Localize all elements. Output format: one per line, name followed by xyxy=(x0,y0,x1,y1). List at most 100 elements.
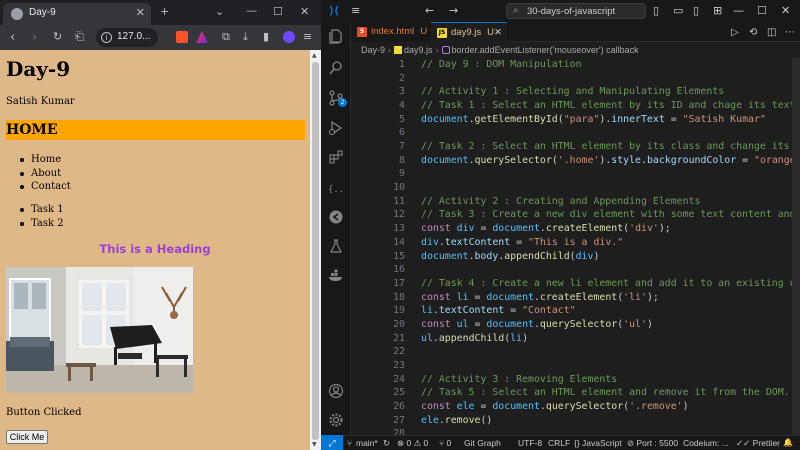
source-control-badge: 2 xyxy=(338,98,347,107)
reload-icon[interactable]: ↻ xyxy=(53,30,62,43)
breadcrumb-folder[interactable]: Day-9 xyxy=(361,45,385,55)
run-icon[interactable]: ▷ xyxy=(731,27,739,38)
forward-icon[interactable]: → xyxy=(449,4,458,17)
json-icon[interactable]: {..} xyxy=(328,180,344,196)
status-ports[interactable]: ⑂ 0 xyxy=(439,438,451,448)
status-eol[interactable]: CRLF xyxy=(548,438,570,448)
web-page: Day-9 Satish Kumar HOME Home About Conta… xyxy=(0,50,310,450)
address-bar[interactable]: i 127.0... xyxy=(96,28,158,47)
tab-search-icon[interactable]: ⌄ xyxy=(215,5,224,18)
tab-index-html[interactable]: 5 index.html U xyxy=(351,22,431,42)
close-tab-icon[interactable]: ✕ xyxy=(136,6,145,19)
code-token: createElement xyxy=(539,291,618,303)
code-token: style xyxy=(611,154,642,166)
close-window-icon[interactable]: ✕ xyxy=(781,4,790,17)
account-icon[interactable] xyxy=(328,383,344,399)
minimize-icon[interactable]: — xyxy=(733,4,744,17)
tab-day9-js[interactable]: JS day9.js U ✕ xyxy=(431,22,507,42)
test-beaker-icon[interactable] xyxy=(328,238,344,254)
code-line: const li = document.createElement('li'); xyxy=(421,291,659,305)
toggle-secondary-sidebar-icon[interactable]: ▯ xyxy=(693,4,699,17)
split-editor-icon[interactable]: ◫ xyxy=(767,27,776,38)
leo-ai-icon[interactable] xyxy=(283,31,295,43)
explorer-icon[interactable] xyxy=(328,28,344,44)
status-codeium[interactable]: Codeium: ... xyxy=(683,438,729,448)
extensions-icon[interactable]: ⧉ xyxy=(222,30,230,44)
code-token: ); xyxy=(658,223,671,235)
toggle-sidebar-icon[interactable]: ▯ xyxy=(653,4,659,17)
info-icon[interactable]: i xyxy=(101,32,112,43)
code-token: querySelector xyxy=(474,154,552,166)
breadcrumb-file[interactable]: day9.js xyxy=(404,45,433,55)
line-number: 8 xyxy=(399,154,405,166)
code-editor[interactable]: 1// Day 9 : DOM Manipulation 2 3// Activit… xyxy=(351,58,800,435)
status-problems[interactable]: ⊗ 0 ⚠ 0 xyxy=(397,438,428,449)
scrollbar-thumb[interactable] xyxy=(312,62,319,440)
code-line: // Task 1 : Select an HTML element by it… xyxy=(421,99,800,113)
menu-icon[interactable]: ≡ xyxy=(303,30,312,43)
line-number: 14 xyxy=(393,236,405,248)
status-prettier[interactable]: ✓✓ Prettier xyxy=(736,438,780,449)
code-line: document.getElementById("para").innerTex… xyxy=(421,113,766,127)
minimize-icon[interactable]: — xyxy=(246,4,257,17)
new-tab-icon[interactable]: + xyxy=(160,5,169,18)
code-token: "This is a div." xyxy=(528,236,624,248)
editor-scrollbar[interactable] xyxy=(792,58,800,435)
search-icon[interactable] xyxy=(328,60,344,76)
code-token: // Day 9 : DOM Manipulation xyxy=(421,59,582,70)
code-token: document xyxy=(492,401,540,412)
docker-icon[interactable] xyxy=(328,267,344,283)
line-number: 23 xyxy=(393,359,405,371)
toggle-panel-icon[interactable]: ▭ xyxy=(673,4,683,17)
line-number: 9 xyxy=(399,168,405,180)
brave-shield-icon[interactable] xyxy=(176,31,188,43)
extensions-icon[interactable] xyxy=(328,149,344,165)
code-token: div xyxy=(456,223,475,235)
button-clicked-text: Button Clicked xyxy=(6,407,82,418)
menu-icon[interactable]: ≡ xyxy=(351,4,360,17)
browser-tab[interactable]: Day-9 ✕ xyxy=(3,3,151,25)
code-line: // Task 4 : Create a new li element and … xyxy=(421,277,800,291)
code-line: const ul = document.querySelector('ul') xyxy=(421,318,653,332)
back-icon[interactable]: ← xyxy=(425,4,434,17)
page-scrollbar[interactable]: ▲ ▼ xyxy=(310,50,321,450)
code-token: li xyxy=(510,332,523,344)
remote-explorer-icon[interactable] xyxy=(328,209,344,225)
code-token: 'ul' xyxy=(623,318,647,330)
code-token: document xyxy=(486,291,534,303)
code-token: li xyxy=(456,291,469,303)
scroll-down-icon[interactable]: ▼ xyxy=(312,441,317,448)
remote-indicator-icon[interactable]: ⤢ xyxy=(321,435,343,450)
browser-window: Day-9 ✕ + ⌄ — ☐ ✕ ‹ › ↻ ⎗ i 127.0... ⧉ ⤓… xyxy=(0,0,321,450)
status-language[interactable]: {} JavaScript xyxy=(574,438,622,448)
status-sync[interactable]: ↻ xyxy=(383,438,390,449)
more-actions-icon[interactable]: ⋯ xyxy=(785,27,795,38)
notifications-bell-icon[interactable]: 🔔 xyxy=(783,438,793,447)
run-debug-icon[interactable] xyxy=(328,120,344,136)
bookmark-icon[interactable]: ⎗ xyxy=(75,30,84,44)
close-tab-icon[interactable]: ✕ xyxy=(494,23,502,43)
function-symbol-icon xyxy=(441,46,450,54)
close-window-icon[interactable]: ✕ xyxy=(300,5,309,18)
code-line: li.textContent = "Contact" xyxy=(421,304,576,318)
scrollbar-slider[interactable] xyxy=(792,58,800,435)
breadcrumb-symbol[interactable]: border.addEventListener('mouseover') cal… xyxy=(452,45,639,55)
sidebar-icon[interactable]: ▮ xyxy=(263,30,269,43)
customize-layout-icon[interactable]: ⊞ xyxy=(713,4,722,17)
maximize-icon[interactable]: ☐ xyxy=(273,5,283,18)
status-encoding[interactable]: UTF-8 xyxy=(518,438,542,448)
open-changes-icon[interactable]: ⟲ xyxy=(749,27,757,38)
status-git-graph[interactable]: Git Graph xyxy=(464,438,501,448)
search-icon: ⌕ xyxy=(513,5,519,16)
status-live-server[interactable]: ⊘ Port : 5500 xyxy=(627,438,678,449)
forward-icon[interactable]: › xyxy=(32,30,37,45)
scroll-up-icon[interactable]: ▲ xyxy=(312,52,317,59)
download-icon[interactable]: ⤓ xyxy=(243,30,248,44)
code-token: appendChild xyxy=(438,332,505,344)
status-branch[interactable]: main* xyxy=(356,438,378,448)
click-me-button[interactable]: Click Me xyxy=(6,430,48,444)
back-icon[interactable]: ‹ xyxy=(10,30,15,45)
maximize-icon[interactable]: ☐ xyxy=(757,4,767,17)
command-center-search[interactable]: ⌕ 30-days-of-javascript xyxy=(506,3,646,19)
settings-gear-icon[interactable] xyxy=(328,412,344,428)
